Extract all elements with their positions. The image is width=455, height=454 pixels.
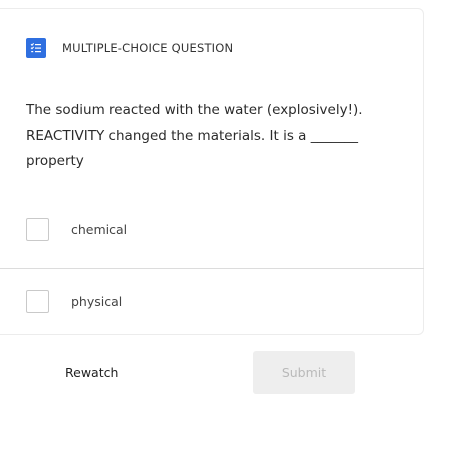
submit-button[interactable]: Submit <box>253 351 355 394</box>
option-physical[interactable]: physical <box>0 268 424 334</box>
option-checkbox[interactable] <box>26 289 49 313</box>
question-header: MULTIPLE-CHOICE QUESTION <box>26 38 233 58</box>
question-type-label: MULTIPLE-CHOICE QUESTION <box>62 41 234 55</box>
option-label: physical <box>71 293 123 309</box>
option-checkbox[interactable] <box>26 217 49 241</box>
option-label: chemical <box>71 221 128 237</box>
question-text-line: The sodium reacted with the water (explo… <box>26 102 363 118</box>
question-text-line: REACTIVITY changed the materials. It is … <box>26 127 358 144</box>
rewatch-button[interactable]: Rewatch <box>65 365 118 380</box>
option-chemical[interactable]: chemical <box>0 199 424 259</box>
question-text-line: property <box>26 153 84 169</box>
checklist-icon <box>26 38 46 58</box>
question-text: The sodium reacted with the water (explo… <box>26 98 406 175</box>
